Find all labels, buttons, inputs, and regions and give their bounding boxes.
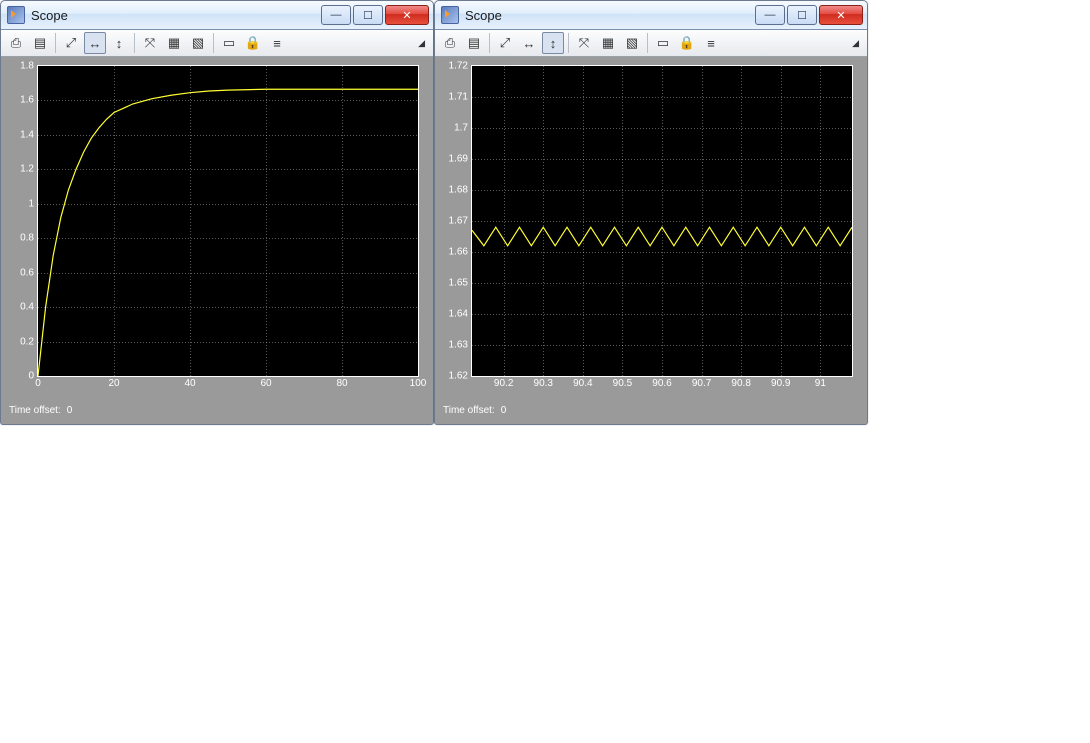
y-tick-label: 1.69 [449, 154, 468, 165]
scope-window: Scope—☐✕⎙▤⤢↔↕⤧▦▧▭🔒≡◢00.20.40.60.811.21.4… [0, 0, 434, 425]
signal-select-icon[interactable]: ≡ [266, 32, 288, 54]
zoom-in-icon[interactable]: ⤢ [494, 32, 516, 54]
toolbar-separator [489, 33, 490, 53]
y-tick-label: 1.2 [20, 164, 34, 175]
zoom-x-icon[interactable]: ↔ [84, 32, 106, 54]
status-value: 0 [67, 405, 73, 416]
y-tick-label: 1 [28, 198, 34, 209]
x-tick-label: 90.3 [534, 378, 553, 389]
maximize-button[interactable]: ☐ [353, 5, 383, 25]
y-tick-label: 0 [28, 371, 34, 382]
x-tick-label: 90.4 [573, 378, 592, 389]
scope-window: Scope—☐✕⎙▤⤢↔↕⤧▦▧▭🔒≡◢1.621.631.641.651.66… [434, 0, 868, 425]
float-icon[interactable]: ▭ [652, 32, 674, 54]
x-tick-label: 90.2 [494, 378, 513, 389]
status-bar: Time offset: 0 [435, 401, 867, 424]
x-tick-label: 40 [184, 378, 195, 389]
x-tick-label: 91 [815, 378, 826, 389]
autoscale-icon[interactable]: ⤧ [139, 32, 161, 54]
y-tick-label: 0.4 [20, 302, 34, 313]
restore-axes-icon[interactable]: ▧ [621, 32, 643, 54]
x-tick-label: 0 [35, 378, 41, 389]
restore-axes-icon[interactable]: ▧ [187, 32, 209, 54]
save-axes-icon[interactable]: ▦ [597, 32, 619, 54]
x-tick-label: 100 [410, 378, 427, 389]
lock-icon[interactable]: 🔒 [676, 32, 698, 54]
y-tick-label: 1.72 [449, 61, 468, 72]
app-icon [441, 6, 459, 24]
x-tick-label: 90.5 [613, 378, 632, 389]
x-tick-label: 90.8 [731, 378, 750, 389]
y-tick-label: 1.66 [449, 247, 468, 258]
toolbar: ⎙▤ ⤢↔↕ ⤧▦▧ ▭🔒≡ ◢ [435, 30, 867, 57]
y-tick-label: 1.68 [449, 185, 468, 196]
float-icon[interactable]: ▭ [218, 32, 240, 54]
minimize-button[interactable]: — [321, 5, 351, 25]
toolbar-separator [134, 33, 135, 53]
params-icon[interactable]: ▤ [463, 32, 485, 54]
y-tick-label: 1.71 [449, 92, 468, 103]
x-tick-label: 80 [336, 378, 347, 389]
close-button[interactable]: ✕ [385, 5, 429, 25]
toolbar-separator [55, 33, 56, 53]
y-tick-label: 1.67 [449, 216, 468, 227]
toolbar: ⎙▤ ⤢↔↕ ⤧▦▧ ▭🔒≡ ◢ [1, 30, 433, 57]
zoom-in-icon[interactable]: ⤢ [60, 32, 82, 54]
y-tick-label: 0.6 [20, 267, 34, 278]
y-tick-label: 1.62 [449, 371, 468, 382]
toolbar-overflow-icon[interactable]: ◢ [848, 38, 863, 49]
minimize-button[interactable]: — [755, 5, 785, 25]
toolbar-separator [213, 33, 214, 53]
y-tick-label: 1.64 [449, 309, 468, 320]
app-icon [7, 6, 25, 24]
zoom-x-icon[interactable]: ↔ [518, 32, 540, 54]
zoom-y-icon[interactable]: ↕ [108, 32, 130, 54]
y-tick-label: 1.7 [454, 123, 468, 134]
y-tick-label: 1.4 [20, 129, 34, 140]
y-tick-label: 1.63 [449, 340, 468, 351]
plot-area: 1.62 1.63 1.64 1.65 1.66 1.67 1.68 1.69 1.7 1.71 1… [435, 57, 867, 401]
titlebar[interactable]: Scope—☐✕ [435, 1, 867, 30]
toolbar-overflow-icon[interactable]: ◢ [414, 38, 429, 49]
status-value: 0 [501, 405, 507, 416]
y-tick-label: 0.2 [20, 336, 34, 347]
y-tick-label: 1.65 [449, 278, 468, 289]
save-axes-icon[interactable]: ▦ [163, 32, 185, 54]
lock-icon[interactable]: 🔒 [242, 32, 264, 54]
window-title: Scope [31, 8, 319, 23]
status-bar: Time offset: 0 [1, 401, 433, 424]
x-tick-label: 90.7 [692, 378, 711, 389]
axes[interactable]: 1.621.631.641.651.661.671.681.691.71.711… [471, 65, 853, 377]
status-label: Time offset: [443, 405, 495, 416]
status-label: Time offset: [9, 405, 61, 416]
x-tick-label: 90.9 [771, 378, 790, 389]
autoscale-icon[interactable]: ⤧ [573, 32, 595, 54]
x-tick-label: 60 [260, 378, 271, 389]
titlebar[interactable]: Scope—☐✕ [1, 1, 433, 30]
x-tick-label: 20 [108, 378, 119, 389]
zoom-y-icon[interactable]: ↕ [542, 32, 564, 54]
axes[interactable]: 00.20.40.60.811.21.41.61.8020406080100 [37, 65, 419, 377]
signal-select-icon[interactable]: ≡ [700, 32, 722, 54]
x-tick-label: 90.6 [652, 378, 671, 389]
maximize-button[interactable]: ☐ [787, 5, 817, 25]
plot-area: 0 0.2 0.4 0.6 0.8 1 1.2 1.4 1.6 1.8 0 20 40 60 80 100 [1, 57, 433, 401]
y-tick-label: 0.8 [20, 233, 34, 244]
y-tick-label: 1.6 [20, 95, 34, 106]
signal-trace [38, 66, 418, 376]
close-button[interactable]: ✕ [819, 5, 863, 25]
y-tick-label: 1.8 [20, 61, 34, 72]
window-title: Scope [465, 8, 753, 23]
toolbar-separator [568, 33, 569, 53]
print-icon[interactable]: ⎙ [439, 32, 461, 54]
params-icon[interactable]: ▤ [29, 32, 51, 54]
signal-trace [472, 66, 852, 376]
print-icon[interactable]: ⎙ [5, 32, 27, 54]
toolbar-separator [647, 33, 648, 53]
